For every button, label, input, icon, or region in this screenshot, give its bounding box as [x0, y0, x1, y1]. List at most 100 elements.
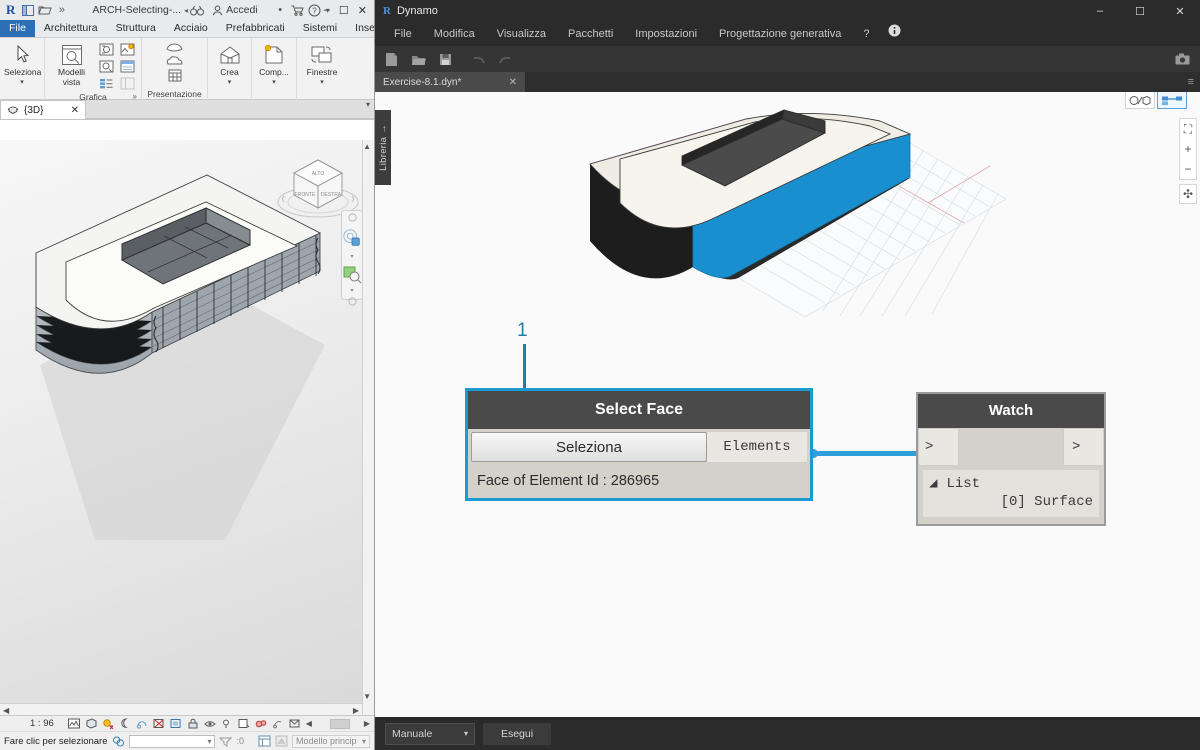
- zoom-in-button[interactable]: +: [1180, 139, 1196, 159]
- exclude-options-icon[interactable]: [275, 735, 288, 748]
- revit-maximize-button[interactable]: ☐: [339, 4, 349, 17]
- show-crop-region-icon[interactable]: [170, 717, 183, 730]
- open-folder-icon[interactable]: [410, 51, 426, 67]
- fit-view-button[interactable]: ⛶: [1180, 119, 1196, 139]
- graphic-display-options-icon[interactable]: [117, 41, 137, 57]
- binoculars-icon[interactable]: [188, 2, 205, 18]
- camera-icon[interactable]: [1174, 51, 1190, 67]
- crop-view-icon[interactable]: [153, 717, 166, 730]
- menu-file[interactable]: File: [383, 22, 423, 46]
- new-file-icon[interactable]: [383, 51, 399, 67]
- visual-style-icon[interactable]: [85, 717, 98, 730]
- menu-progettazione-generativa[interactable]: Progettazione generativa: [708, 22, 852, 46]
- menu-impostazioni[interactable]: Impostazioni: [624, 22, 708, 46]
- reveal-hidden-elements-icon[interactable]: [221, 717, 234, 730]
- select-face-output-port-elements[interactable]: Elements: [707, 432, 807, 462]
- analytical-model-icon[interactable]: [255, 717, 268, 730]
- view-tab-close-icon[interactable]: ✕: [71, 105, 79, 116]
- redo-icon[interactable]: [497, 51, 513, 67]
- rendering-gallery-icon[interactable]: [165, 40, 185, 54]
- info-icon[interactable]: [880, 22, 909, 46]
- finestre-button[interactable]: Finestre: [301, 41, 343, 77]
- select-tool-button[interactable]: Seleziona: [4, 41, 41, 77]
- ribbon-tab-struttura[interactable]: Struttura: [107, 20, 165, 37]
- view-templates-button[interactable]: Modelli vista: [49, 41, 94, 87]
- cloud-rendering-icon[interactable]: [165, 54, 185, 68]
- revit-3d-viewport[interactable]: ALTO FRONTE DESTRA ▾ ▾: [0, 140, 374, 715]
- ribbon-tab-file[interactable]: File: [0, 20, 35, 37]
- view-hidden-icon[interactable]: [289, 717, 302, 730]
- library-panel-tab[interactable]: Libreria →: [375, 110, 391, 185]
- view-tabs-caret-icon[interactable]: ▾: [366, 100, 374, 109]
- worksharing-icon[interactable]: [112, 735, 125, 748]
- menu-help[interactable]: ?: [852, 22, 880, 46]
- scroll-up-icon[interactable]: ▲: [363, 142, 371, 151]
- node-select-face[interactable]: Select Face Seleziona Elements Face of E…: [465, 388, 813, 501]
- design-option-caret-icon[interactable]: ▾: [362, 737, 366, 746]
- graph-view-toggle[interactable]: [1157, 92, 1187, 109]
- revit-close-button[interactable]: ✕: [358, 4, 367, 17]
- scroll-right-icon[interactable]: ▶: [353, 706, 359, 715]
- finestre-dropdown-caret-icon[interactable]: ▾: [297, 78, 347, 88]
- run-button[interactable]: Esegui: [483, 723, 551, 745]
- undo-icon[interactable]: [470, 51, 486, 67]
- revit-vertical-scrollbar[interactable]: ▲ ▼: [362, 140, 374, 715]
- status-drag-handle[interactable]: [330, 719, 350, 729]
- account-button[interactable]: Accedi: [212, 4, 258, 16]
- run-mode-dropdown[interactable]: Manuale ▾: [385, 723, 475, 745]
- crea-dropdown-caret-icon[interactable]: ▾: [208, 78, 251, 88]
- open-icon[interactable]: [36, 2, 53, 18]
- zoom-out-button[interactable]: −: [1180, 159, 1196, 179]
- status-filter-combo[interactable]: ▾: [129, 735, 216, 748]
- comp-button[interactable]: Comp...: [256, 41, 292, 77]
- ribbon-tab-acciaio[interactable]: Acciaio: [165, 20, 217, 37]
- menu-modifica[interactable]: Modifica: [423, 22, 486, 46]
- panel-icon[interactable]: [19, 2, 36, 18]
- watch-input-port[interactable]: >: [918, 428, 959, 466]
- select-face-seleziona-button[interactable]: Seleziona: [471, 432, 707, 462]
- grafica-dialog-launcher-icon[interactable]: »: [133, 91, 137, 103]
- revit-minimize-button[interactable]: –: [324, 4, 330, 16]
- scroll-down-icon[interactable]: ▼: [363, 692, 371, 701]
- dynamo-minimize-button[interactable]: –: [1080, 0, 1120, 22]
- ribbon-tab-sistemi[interactable]: Sistemi: [294, 20, 346, 37]
- view-scale-label[interactable]: 1 : 96: [30, 718, 54, 729]
- dynamo-workspace[interactable]: ⛶ + − ✣: [375, 92, 1200, 717]
- crea-button[interactable]: Crea: [212, 41, 247, 77]
- render-icon[interactable]: [96, 58, 116, 74]
- temporary-hide-isolate-icon[interactable]: [204, 717, 217, 730]
- node-watch[interactable]: Watch > > ◢ List [0] Surface: [916, 392, 1106, 526]
- watch-list-row[interactable]: ◢ List: [929, 475, 1093, 492]
- menu-pacchetti[interactable]: Pacchetti: [557, 22, 624, 46]
- detail-level-icon[interactable]: [68, 717, 81, 730]
- comp-dropdown-caret-icon[interactable]: ▾: [252, 78, 296, 88]
- sun-path-icon[interactable]: [102, 717, 115, 730]
- ribbon-tab-prefabbricati[interactable]: Prefabbricati: [217, 20, 294, 37]
- render-settings-icon[interactable]: [136, 717, 149, 730]
- watch-output-port[interactable]: >: [1063, 428, 1104, 466]
- help-icon[interactable]: ?: [306, 2, 323, 18]
- filters-icon[interactable]: [96, 75, 116, 91]
- select-dropdown-caret-icon[interactable]: ▾: [0, 78, 44, 88]
- filter-selection-icon[interactable]: [219, 735, 232, 748]
- temporary-view-properties-icon[interactable]: [238, 717, 251, 730]
- dynamo-maximize-button[interactable]: ☐: [1120, 0, 1160, 22]
- geometry-view-toggle[interactable]: [1125, 92, 1155, 109]
- lock-3d-view-icon[interactable]: [187, 717, 200, 730]
- workspace-tab-close-icon[interactable]: ✕: [509, 77, 517, 88]
- visibility-graphics-icon[interactable]: [96, 41, 116, 57]
- scroll-left-icon[interactable]: ◀: [3, 706, 9, 715]
- view-control-right-arrow-icon[interactable]: ▶: [364, 719, 370, 728]
- watch-collapse-icon[interactable]: ◢: [929, 475, 937, 492]
- revit-horizontal-scrollbar[interactable]: ◀ ▶: [0, 703, 362, 715]
- save-icon[interactable]: [437, 51, 453, 67]
- highlight-displacement-icon[interactable]: [272, 717, 285, 730]
- view-control-overflow-icon[interactable]: ◀: [306, 719, 312, 728]
- ribbon-tab-inserisci[interactable]: Inserisci: [346, 20, 375, 37]
- dynamo-close-button[interactable]: ✕: [1160, 0, 1200, 22]
- design-options-icon[interactable]: [258, 735, 271, 748]
- design-option-dropdown[interactable]: Modello princip ▾: [292, 735, 370, 748]
- connector-wire[interactable]: [813, 451, 923, 456]
- pan-button[interactable]: ✣: [1179, 184, 1197, 204]
- status-filter-caret-icon[interactable]: ▾: [207, 737, 211, 746]
